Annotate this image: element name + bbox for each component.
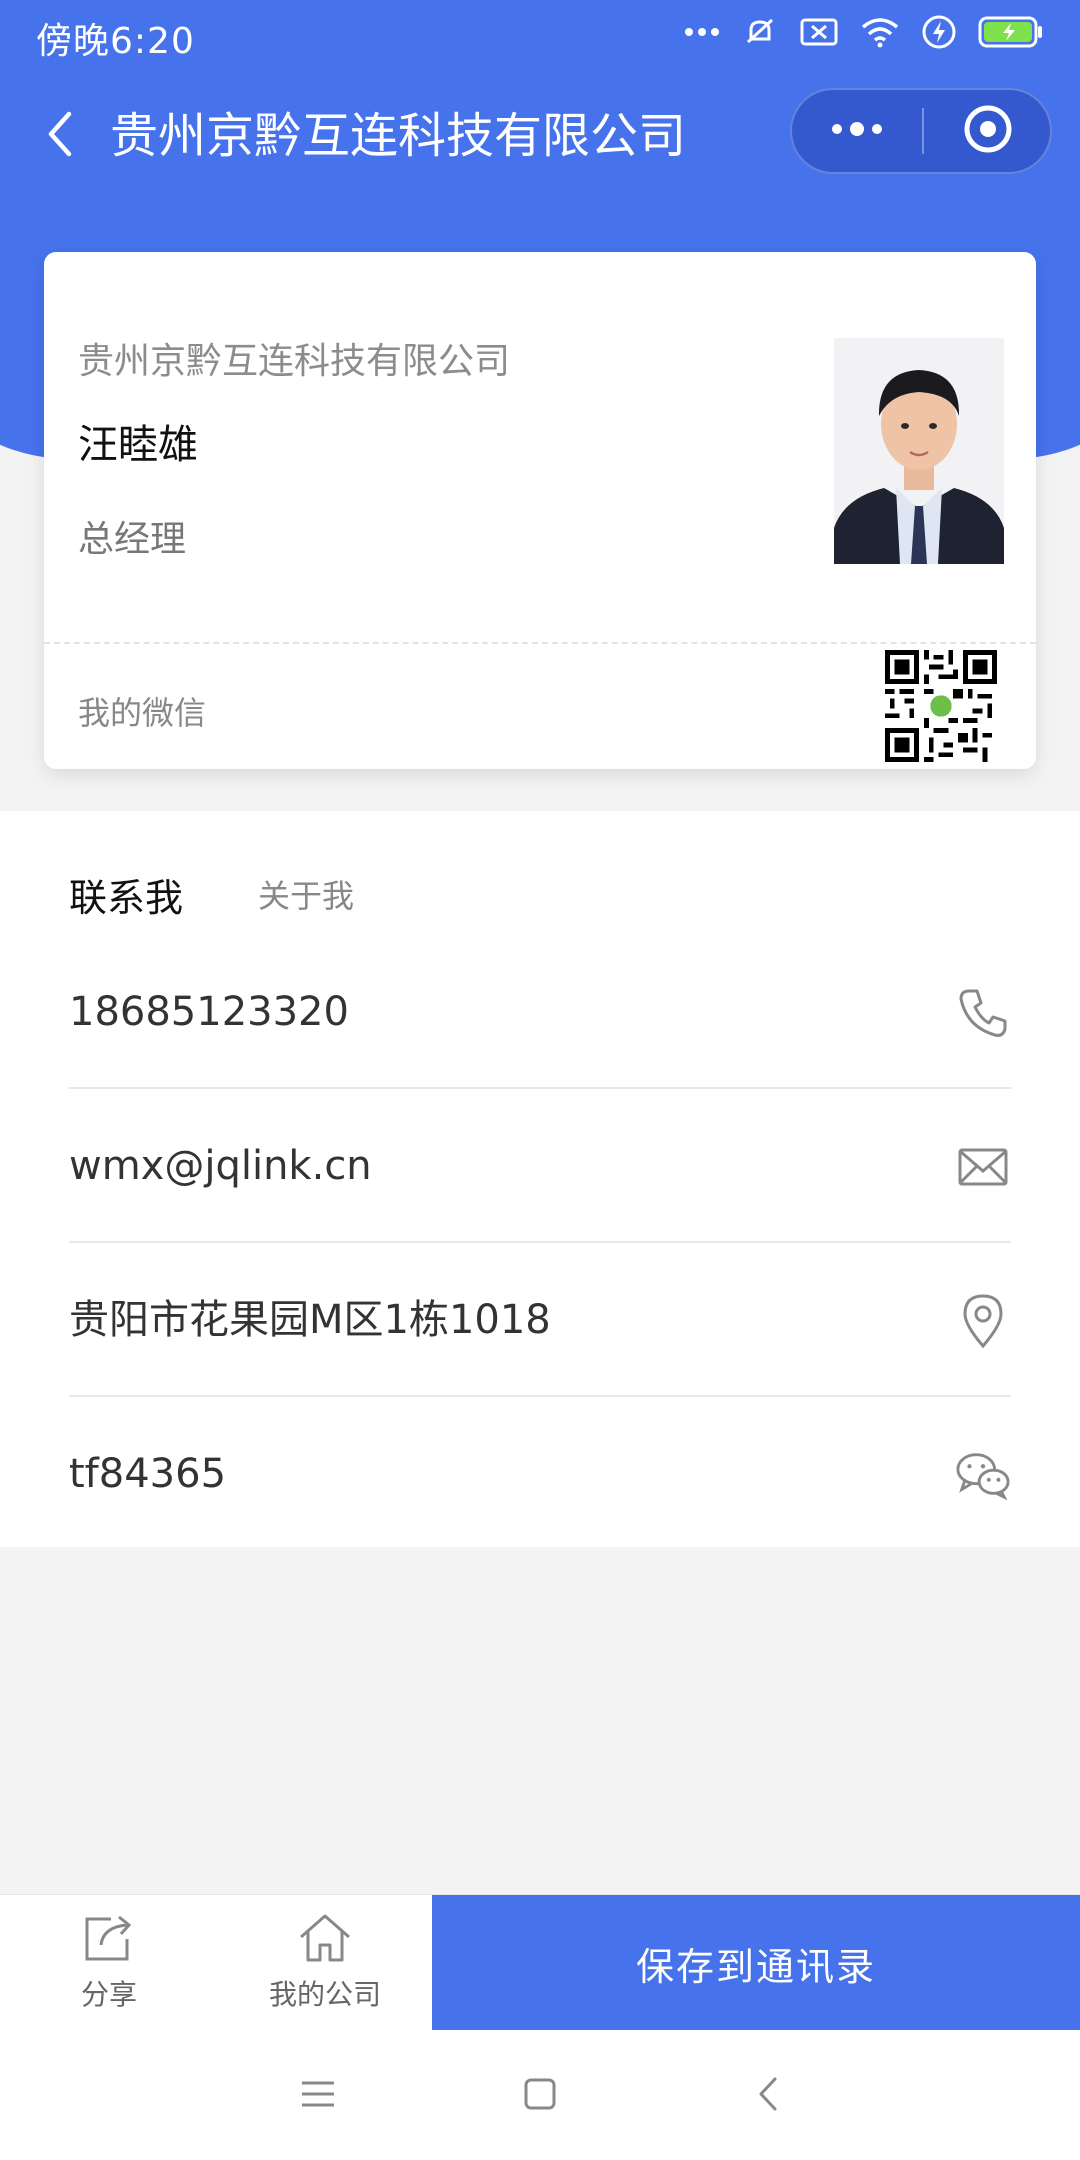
system-menu-button[interactable]: [288, 2066, 348, 2126]
home-icon: [298, 1913, 352, 1973]
bell-muted-icon: [742, 14, 778, 50]
card-company-name: 贵州京黔互连科技有限公司: [78, 341, 511, 382]
system-navigation-bar: [0, 2030, 1080, 2160]
status-icons: [684, 14, 1044, 50]
location-icon[interactable]: [955, 1293, 1011, 1349]
card-job-title: 总经理: [78, 519, 187, 560]
email-address: wmx@jqlink.cn: [69, 1143, 372, 1189]
menu-icon: [301, 2080, 335, 2112]
card-person-name: 汪睦雄: [78, 422, 198, 468]
bottom-action-bar: 分享 我的公司 保存到通讯录: [0, 1894, 1080, 2031]
address-text: 贵阳市花果园M区1栋1018: [69, 1297, 551, 1343]
more-dots-icon: [684, 27, 720, 37]
share-button[interactable]: 分享: [34, 1895, 184, 2031]
wechat-qr-label: 我的微信: [78, 694, 207, 732]
back-chevron-icon: [45, 110, 75, 162]
wechat-id: tf84365: [69, 1451, 227, 1497]
my-company-label: 我的公司: [268, 1978, 381, 2011]
mail-icon[interactable]: [955, 1139, 1011, 1195]
phone-icon[interactable]: [955, 985, 1011, 1041]
phone-row[interactable]: 18685123320: [69, 935, 1011, 1089]
wifi-icon: [860, 16, 900, 48]
address-row[interactable]: 贵阳市花果园M区1栋1018: [69, 1243, 1011, 1397]
business-card: 贵州京黔互连科技有限公司 汪睦雄 总经理 我的微信: [44, 252, 1036, 769]
save-to-contacts-button[interactable]: 保存到通讯录: [432, 1895, 1080, 2031]
page-title: 贵州京黔互连科技有限公司: [110, 108, 687, 164]
tab-contact[interactable]: 联系我: [69, 867, 183, 922]
system-back-button[interactable]: [738, 2066, 798, 2126]
phone-number: 18685123320: [69, 989, 349, 1035]
sim-blocked-icon: [800, 17, 838, 47]
back-button[interactable]: [30, 104, 90, 168]
share-label: 分享: [80, 1978, 137, 2011]
back-chevron-icon: [757, 2076, 779, 2116]
wechat-icon[interactable]: [955, 1447, 1011, 1503]
close-miniprogram-button[interactable]: [924, 90, 1052, 172]
avatar[interactable]: [834, 338, 1004, 564]
status-bar: 傍晚6:20: [0, 0, 1080, 70]
status-time: 傍晚6:20: [36, 21, 195, 62]
share-icon: [81, 1913, 137, 1973]
tab-about[interactable]: 关于我: [258, 871, 354, 917]
my-company-button[interactable]: 我的公司: [245, 1895, 405, 2031]
target-close-icon: [963, 104, 1013, 158]
more-dots-icon: [829, 121, 885, 141]
email-row[interactable]: wmx@jqlink.cn: [69, 1089, 1011, 1243]
battery-icon: [978, 16, 1044, 48]
navigation-bar: 贵州京黔互连科技有限公司: [0, 86, 1080, 186]
wechat-row[interactable]: tf84365: [69, 1397, 1011, 1551]
wechat-qr-code[interactable]: [884, 650, 998, 762]
system-home-button[interactable]: [510, 2066, 570, 2126]
charging-icon: [922, 15, 956, 49]
miniprogram-capsule: [790, 88, 1052, 174]
contact-section: 联系我 关于我 18685123320 wmx@jqlink.cn 贵阳市花果园…: [0, 811, 1080, 1547]
square-home-icon: [524, 2078, 556, 2114]
card-divider: [44, 642, 1036, 644]
more-button[interactable]: [792, 90, 922, 172]
